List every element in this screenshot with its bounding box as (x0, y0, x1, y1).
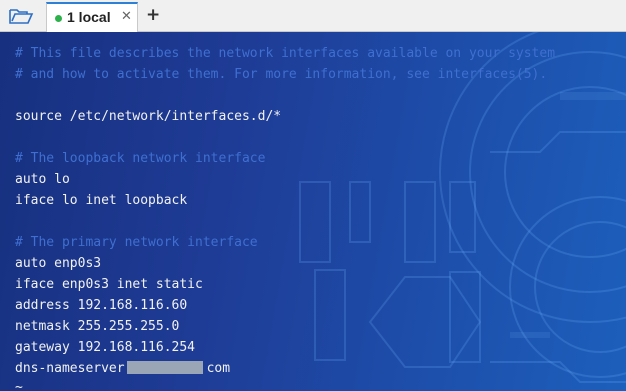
dns-keyword: dns-nameserver (15, 361, 125, 376)
code-line: address 192.168.116.60 (15, 298, 188, 313)
code-line: gateway 192.168.116.254 (15, 340, 196, 355)
terminal-prompt: ~ (15, 380, 23, 391)
comment-line: # The loopback network interface (15, 151, 266, 166)
comment-line: # This file describes the network interf… (15, 46, 556, 61)
new-tab-button[interactable]: + (146, 5, 160, 25)
tab-bar: 1 local ✕ + (0, 0, 626, 32)
dns-suffix: com (206, 361, 231, 376)
terminal-view[interactable]: # This file describes the network interf… (0, 32, 626, 391)
terminal-output: # This file describes the network interf… (15, 43, 555, 379)
tab-1-local[interactable]: 1 local ✕ (46, 2, 138, 32)
tab-label: 1 local (67, 9, 111, 25)
code-line: source /etc/network/interfaces.d/* (15, 109, 282, 124)
close-tab-icon[interactable]: ✕ (121, 9, 132, 24)
connection-status-icon (55, 15, 62, 22)
code-line: iface enp0s3 inet static (15, 277, 203, 292)
comment-line: # The primary network interface (15, 235, 258, 250)
comment-line: # and how to activate them. For more inf… (15, 67, 548, 82)
redacted-block (126, 361, 203, 374)
folder-open-icon[interactable] (8, 6, 34, 26)
dns-line: dns-nameserver com (15, 358, 555, 379)
code-line: netmask 255.255.255.0 (15, 319, 180, 334)
code-line: auto enp0s3 (15, 256, 102, 271)
code-line: auto lo (15, 172, 70, 187)
code-line: iface lo inet loopback (15, 193, 188, 208)
